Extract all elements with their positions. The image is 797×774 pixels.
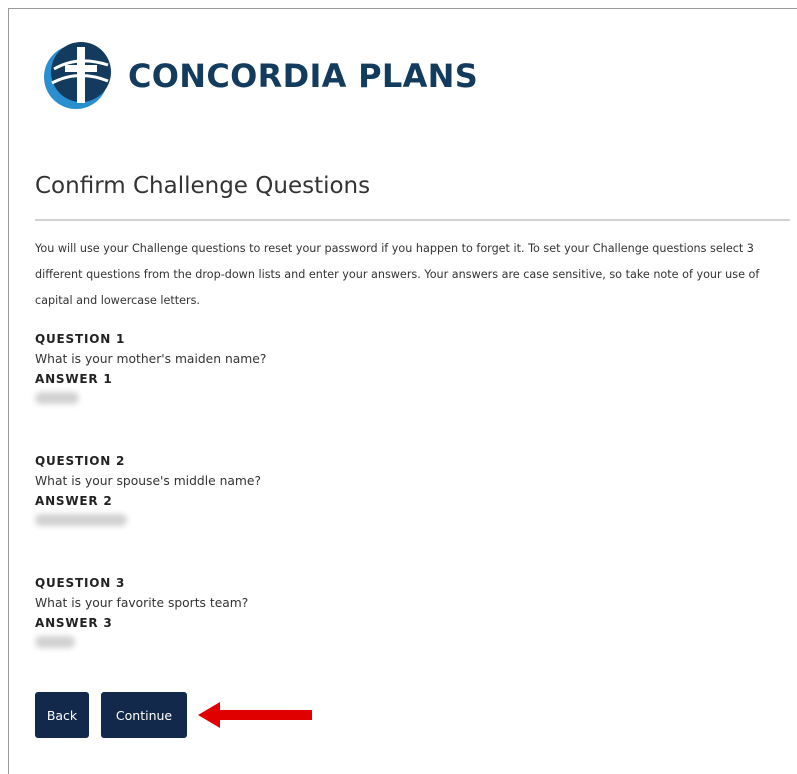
question-text: What is your spouse's middle name? [35, 474, 262, 488]
question-block-2: QUESTION 2 What is your spouse's middle … [35, 452, 535, 526]
question-block-1: QUESTION 1 What is your mother's maiden … [35, 330, 535, 404]
answer-label: ANSWER 3 [35, 616, 113, 630]
intro-text: You will use your Challenge questions to… [35, 242, 760, 307]
cross-globe-icon [44, 42, 111, 109]
answer-label: ANSWER 2 [35, 494, 113, 508]
answer-value-redacted [35, 392, 79, 404]
back-button[interactable]: Back [35, 692, 89, 738]
question-text: What is your mother's maiden name? [35, 352, 267, 366]
form-actions: Back Continue [35, 692, 314, 738]
continue-button[interactable]: Continue [101, 692, 187, 738]
red-arrow-icon [198, 702, 312, 728]
title-divider [35, 219, 790, 221]
brand-name: CONCORDIA PLANS [128, 57, 479, 95]
question-block-3: QUESTION 3 What is your favorite sports … [35, 574, 535, 648]
page-title: Confirm Challenge Questions [35, 173, 371, 199]
answer-value-redacted [35, 514, 127, 526]
question-label: QUESTION 3 [35, 576, 126, 590]
concordia-logo: CONCORDIA PLANS [38, 41, 478, 111]
answer-value-redacted [35, 636, 75, 648]
question-label: QUESTION 1 [35, 332, 126, 346]
question-label: QUESTION 2 [35, 454, 126, 468]
question-text: What is your favorite sports team? [35, 596, 249, 610]
answer-label: ANSWER 1 [35, 372, 113, 386]
